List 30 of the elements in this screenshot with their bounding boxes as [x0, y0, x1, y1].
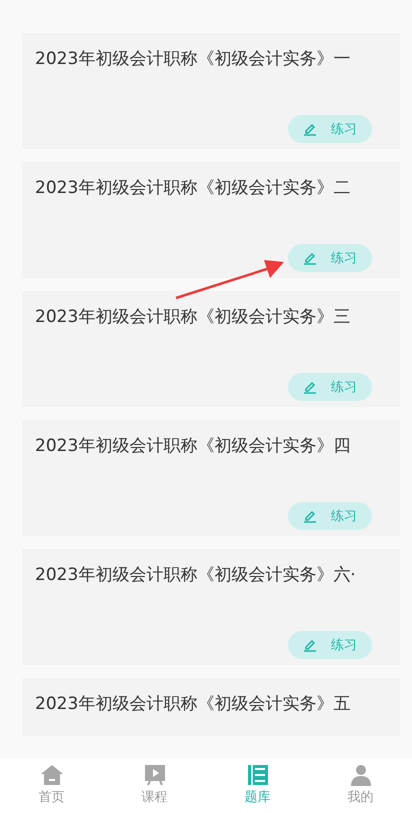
practice-button[interactable]: 练习: [288, 244, 372, 272]
pencil-icon: [303, 509, 317, 523]
play-board-icon: [142, 764, 166, 786]
question-card[interactable]: 2023年初级会计职称《初级会计实务》二 练习: [22, 162, 400, 278]
card-title: 2023年初级会计职称《初级会计实务》一: [35, 48, 352, 71]
pencil-icon: [303, 251, 317, 265]
question-card[interactable]: 2023年初级会计职称《初级会计实务》四 练习: [22, 420, 400, 536]
card-title: 2023年初级会计职称《初级会计实务》六·: [35, 564, 357, 587]
question-card[interactable]: 2023年初级会计职称《初级会计实务》六· 练习: [22, 549, 400, 665]
practice-button[interactable]: 练习: [288, 631, 372, 659]
card-title: 2023年初级会计职称《初级会计实务》四: [35, 435, 352, 458]
pencil-icon: [303, 638, 317, 652]
card-title: 2023年初级会计职称《初级会计实务》二: [35, 177, 352, 200]
practice-button[interactable]: 练习: [288, 502, 372, 530]
home-icon: [40, 764, 64, 786]
pencil-icon: [303, 380, 317, 394]
card-title: 2023年初级会计职称《初级会计实务》三: [35, 306, 352, 329]
list-book-icon: [246, 764, 270, 786]
tab[interactable]: 课程: [103, 758, 206, 813]
tab[interactable]: 题库: [206, 758, 309, 813]
question-card[interactable]: 2023年初级会计职称《初级会计实务》三 练习: [22, 291, 400, 407]
tab[interactable]: 我的: [309, 758, 412, 813]
person-icon: [348, 764, 372, 786]
question-card[interactable]: 2023年初级会计职称《初级会计实务》一 练习: [22, 33, 400, 149]
tab[interactable]: 首页: [0, 758, 103, 813]
practice-button[interactable]: 练习: [288, 373, 372, 401]
question-card[interactable]: 2023年初级会计职称《初级会计实务》五: [22, 678, 400, 736]
practice-button[interactable]: 练习: [288, 115, 372, 143]
pencil-icon: [303, 122, 317, 136]
card-title: 2023年初级会计职称《初级会计实务》五: [35, 693, 352, 716]
